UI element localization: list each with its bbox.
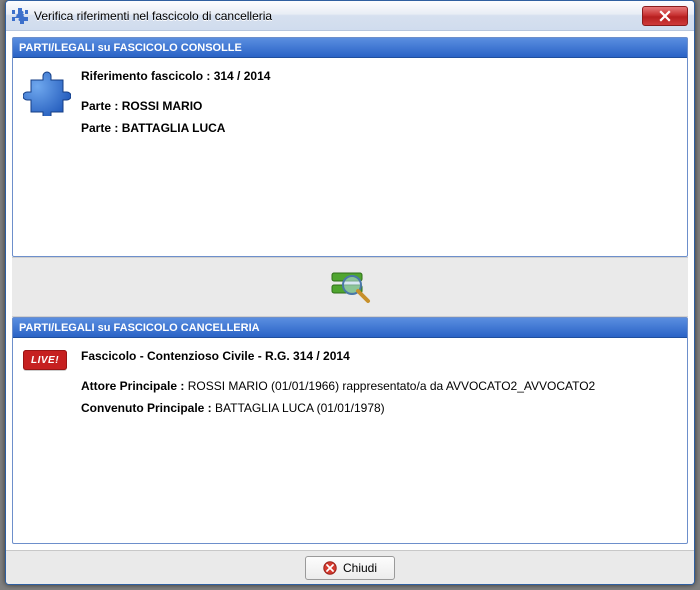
- close-red-icon: [323, 561, 337, 575]
- parte2-line: Parte : BATTAGLIA LUCA: [81, 120, 675, 136]
- window-close-button[interactable]: [642, 6, 688, 26]
- riferimento-value: 314 / 2014: [214, 69, 271, 83]
- parte1-label: Parte :: [81, 99, 118, 113]
- panel-cancelleria: PARTI/LEGALI su FASCICOLO CANCELLERIA LI…: [12, 317, 688, 544]
- parte2-value: BATTAGLIA LUCA: [122, 121, 226, 135]
- parte1-value: ROSSI MARIO: [122, 99, 203, 113]
- consolle-texts: Riferimento fascicolo : 314 / 2014 Parte…: [75, 68, 675, 143]
- client-area: PARTI/LEGALI su FASCICOLO CONSOLLE: [6, 31, 694, 550]
- footer-bar: Chiudi: [6, 550, 694, 584]
- panel-cancelleria-body: LIVE! Fascicolo - Contenzioso Civile - R…: [13, 338, 687, 543]
- attore-label: Attore Principale :: [81, 379, 184, 393]
- cancelleria-texts: Fascicolo - Contenzioso Civile - R.G. 31…: [75, 348, 675, 423]
- close-icon: [659, 10, 671, 22]
- parte1-line: Parte : ROSSI MARIO: [81, 98, 675, 114]
- attore-line: Attore Principale : ROSSI MARIO (01/01/1…: [81, 378, 675, 394]
- convenuto-value: BATTAGLIA LUCA (01/01/1978): [215, 401, 385, 415]
- titlebar[interactable]: Verifica riferimenti nel fascicolo di ca…: [6, 1, 694, 31]
- riferimento-line: Riferimento fascicolo : 314 / 2014: [81, 68, 675, 84]
- live-badge: LIVE!: [23, 350, 67, 370]
- consolle-row: Riferimento fascicolo : 314 / 2014 Parte…: [23, 68, 675, 143]
- close-button[interactable]: Chiudi: [305, 556, 395, 580]
- attore-value: ROSSI MARIO (01/01/1966) rappresentato/a…: [188, 379, 596, 393]
- panel-consolle-body: Riferimento fascicolo : 314 / 2014 Parte…: [13, 58, 687, 256]
- panel-cancelleria-header: PARTI/LEGALI su FASCICOLO CANCELLERIA: [13, 318, 687, 338]
- cancelleria-row: LIVE! Fascicolo - Contenzioso Civile - R…: [23, 348, 675, 423]
- panel-consolle-header: PARTI/LEGALI su FASCICOLO CONSOLLE: [13, 38, 687, 58]
- dialog-window: Verifica riferimenti nel fascicolo di ca…: [5, 0, 695, 585]
- close-button-label: Chiudi: [343, 561, 377, 575]
- fascicolo-line: Fascicolo - Contenzioso Civile - R.G. 31…: [81, 348, 675, 364]
- convenuto-line: Convenuto Principale : BATTAGLIA LUCA (0…: [81, 400, 675, 416]
- splitter-bar[interactable]: [12, 257, 688, 317]
- live-icon: LIVE!: [23, 348, 75, 370]
- window-title: Verifica riferimenti nel fascicolo di ca…: [34, 9, 642, 23]
- parte2-label: Parte :: [81, 121, 118, 135]
- riferimento-label: Riferimento fascicolo :: [81, 69, 210, 83]
- app-icon: [12, 8, 28, 24]
- panel-consolle: PARTI/LEGALI su FASCICOLO CONSOLLE: [12, 37, 688, 257]
- compare-search-icon: [326, 267, 374, 307]
- puzzle-icon: [23, 68, 75, 119]
- convenuto-label: Convenuto Principale :: [81, 401, 212, 415]
